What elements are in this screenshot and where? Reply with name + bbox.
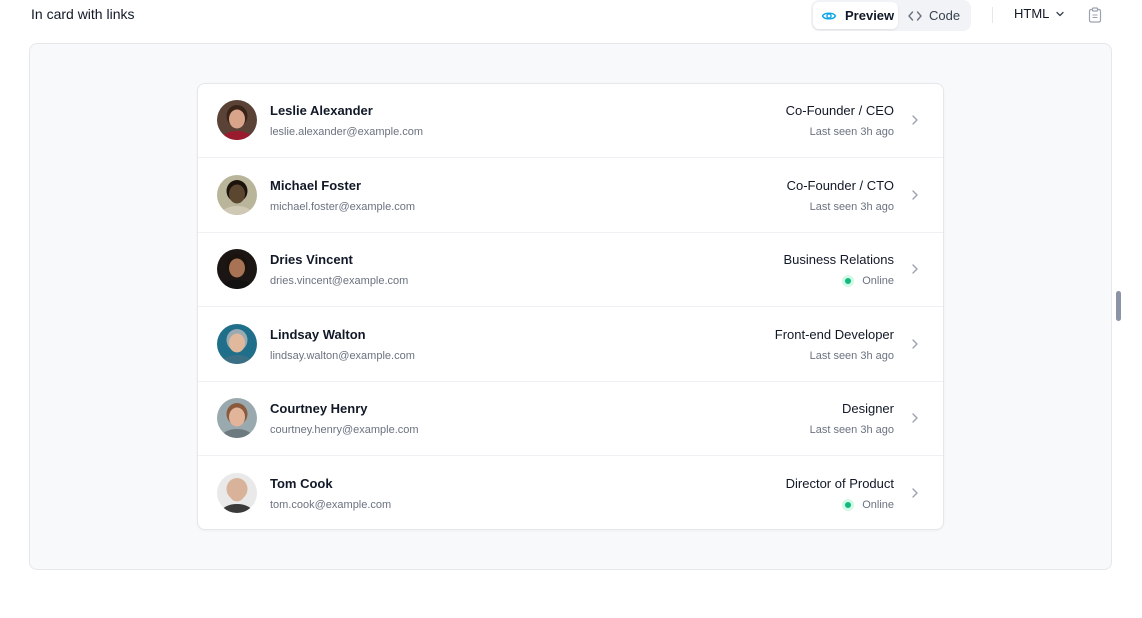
avatar-image [217, 100, 257, 140]
person-role: Co-Founder / CEO [785, 103, 894, 118]
avatar [217, 100, 257, 140]
status-text: Online [862, 499, 894, 511]
person-role: Business Relations [783, 252, 894, 267]
status-text: Last seen 3h ago [809, 350, 894, 362]
preview-code-toggle: Preview Code [811, 0, 971, 31]
toolbar-divider [992, 7, 993, 23]
eye-icon [821, 11, 837, 20]
person-name: Courtney Henry [270, 401, 368, 416]
status-text: Last seen 3h ago [809, 201, 894, 213]
person-row[interactable]: Lindsay Walton lindsay.walton@example.co… [198, 308, 943, 382]
person-status: Online [842, 499, 894, 511]
section-title: In card with links [31, 6, 135, 22]
person-status: Last seen 3h ago [810, 424, 894, 436]
chevron-right-icon [912, 488, 918, 498]
language-select[interactable]: HTML [1014, 6, 1065, 21]
status-text: Online [862, 275, 894, 287]
online-indicator [842, 275, 862, 287]
person-email: lindsay.walton@example.com [270, 350, 415, 362]
person-role: Director of Product [785, 476, 894, 491]
person-role: Co-Founder / CTO [786, 178, 894, 193]
person-email: dries.vincent@example.com [270, 275, 409, 287]
avatar [217, 175, 257, 215]
chevron-right-icon [912, 190, 918, 200]
person-status: Last seen 3h ago [810, 350, 894, 362]
chevron-right-icon [912, 339, 918, 349]
avatar [217, 473, 257, 513]
preview-tab[interactable]: Preview [813, 2, 898, 29]
people-card: Leslie Alexander leslie.alexander@exampl… [197, 83, 944, 530]
avatar-image [217, 473, 257, 513]
person-email: leslie.alexander@example.com [270, 126, 424, 138]
person-row[interactable]: Michael Foster michael.foster@example.co… [198, 159, 943, 233]
language-label: HTML [1014, 6, 1050, 21]
person-status: Last seen 3h ago [810, 126, 894, 138]
code-label: Code [929, 8, 961, 23]
person-name: Tom Cook [270, 476, 333, 491]
scrollbar-thumb[interactable] [1116, 291, 1121, 321]
person-role: Front-end Developer [774, 327, 894, 342]
person-name: Leslie Alexander [270, 103, 373, 118]
example-header: In card with links Preview Code HTML [0, 0, 1142, 31]
person-status: Online [842, 275, 894, 287]
person-name: Dries Vincent [270, 252, 353, 267]
online-indicator [842, 499, 862, 511]
avatar-image [217, 175, 257, 215]
avatar-image [217, 324, 257, 364]
chevron-right-icon [912, 413, 918, 423]
person-email: michael.foster@example.com [270, 201, 416, 213]
code-brackets-icon [908, 10, 922, 21]
avatar [217, 398, 257, 438]
person-name: Lindsay Walton [270, 327, 366, 342]
person-row[interactable]: Tom Cook tom.cook@example.com Director o… [198, 457, 943, 529]
status-text: Last seen 3h ago [809, 126, 894, 138]
person-name: Michael Foster [270, 178, 362, 193]
person-status: Last seen 3h ago [810, 201, 894, 213]
clipboard-icon[interactable] [1088, 7, 1102, 23]
person-row[interactable]: Courtney Henry courtney.henry@example.co… [198, 382, 943, 456]
preview-label: Preview [845, 8, 895, 23]
chevron-down-icon [1056, 11, 1065, 16]
avatar-image [217, 398, 257, 438]
avatar [217, 324, 257, 364]
person-row[interactable]: Dries Vincent dries.vincent@example.com … [198, 233, 943, 307]
chevron-right-icon [912, 264, 918, 274]
avatar [217, 249, 257, 289]
avatar-image [217, 249, 257, 289]
person-role: Designer [841, 401, 894, 416]
status-text: Last seen 3h ago [809, 424, 894, 436]
code-tab[interactable]: Code [903, 2, 967, 29]
person-email: courtney.henry@example.com [270, 424, 419, 436]
person-email: tom.cook@example.com [270, 499, 392, 511]
chevron-right-icon [912, 115, 918, 125]
person-row[interactable]: Leslie Alexander leslie.alexander@exampl… [198, 84, 943, 158]
